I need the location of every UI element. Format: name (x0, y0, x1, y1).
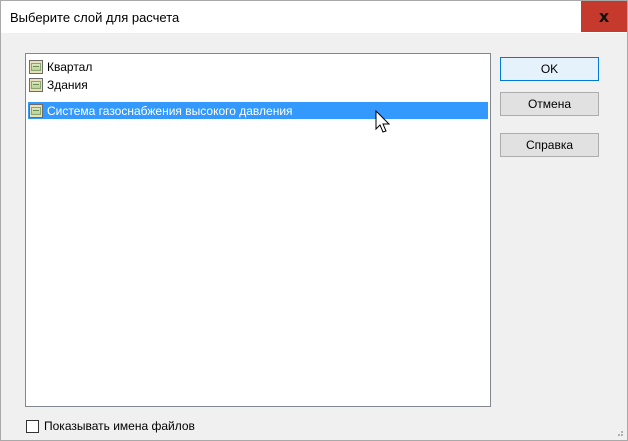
cancel-button[interactable]: Отмена (500, 92, 599, 116)
show-filenames-label: Показывать имена файлов (44, 419, 195, 433)
ok-button[interactable]: OK (500, 57, 599, 81)
list-item-label: Здания (47, 77, 88, 92)
mouse-cursor-icon (375, 110, 391, 133)
layer-icon (29, 103, 43, 118)
select-layer-dialog: Выберите слой для расчета x Квартал Здан… (0, 0, 628, 441)
dialog-title: Выберите слой для расчета (10, 10, 180, 25)
close-button[interactable]: x (581, 1, 627, 32)
resize-grip-icon[interactable] (614, 427, 624, 437)
layer-list[interactable]: Квартал Здания Система газоснабжения выс… (25, 53, 491, 407)
list-item-zdaniya[interactable]: Здания (28, 76, 488, 93)
close-icon: x (598, 7, 610, 26)
list-item-label: Квартал (47, 59, 93, 74)
title-bar[interactable]: Выберите слой для расчета x (1, 1, 627, 33)
show-filenames-option[interactable]: Показывать имена файлов (26, 419, 195, 433)
list-item-kvartal[interactable]: Квартал (28, 58, 488, 75)
layer-icon (29, 59, 43, 74)
help-button[interactable]: Справка (500, 133, 599, 157)
list-item-label: Система газоснабжения высокого давления (47, 103, 293, 118)
show-filenames-checkbox[interactable] (26, 419, 39, 433)
list-item-gas-system[interactable]: Система газоснабжения высокого давления (28, 102, 488, 119)
layer-icon (29, 77, 43, 92)
